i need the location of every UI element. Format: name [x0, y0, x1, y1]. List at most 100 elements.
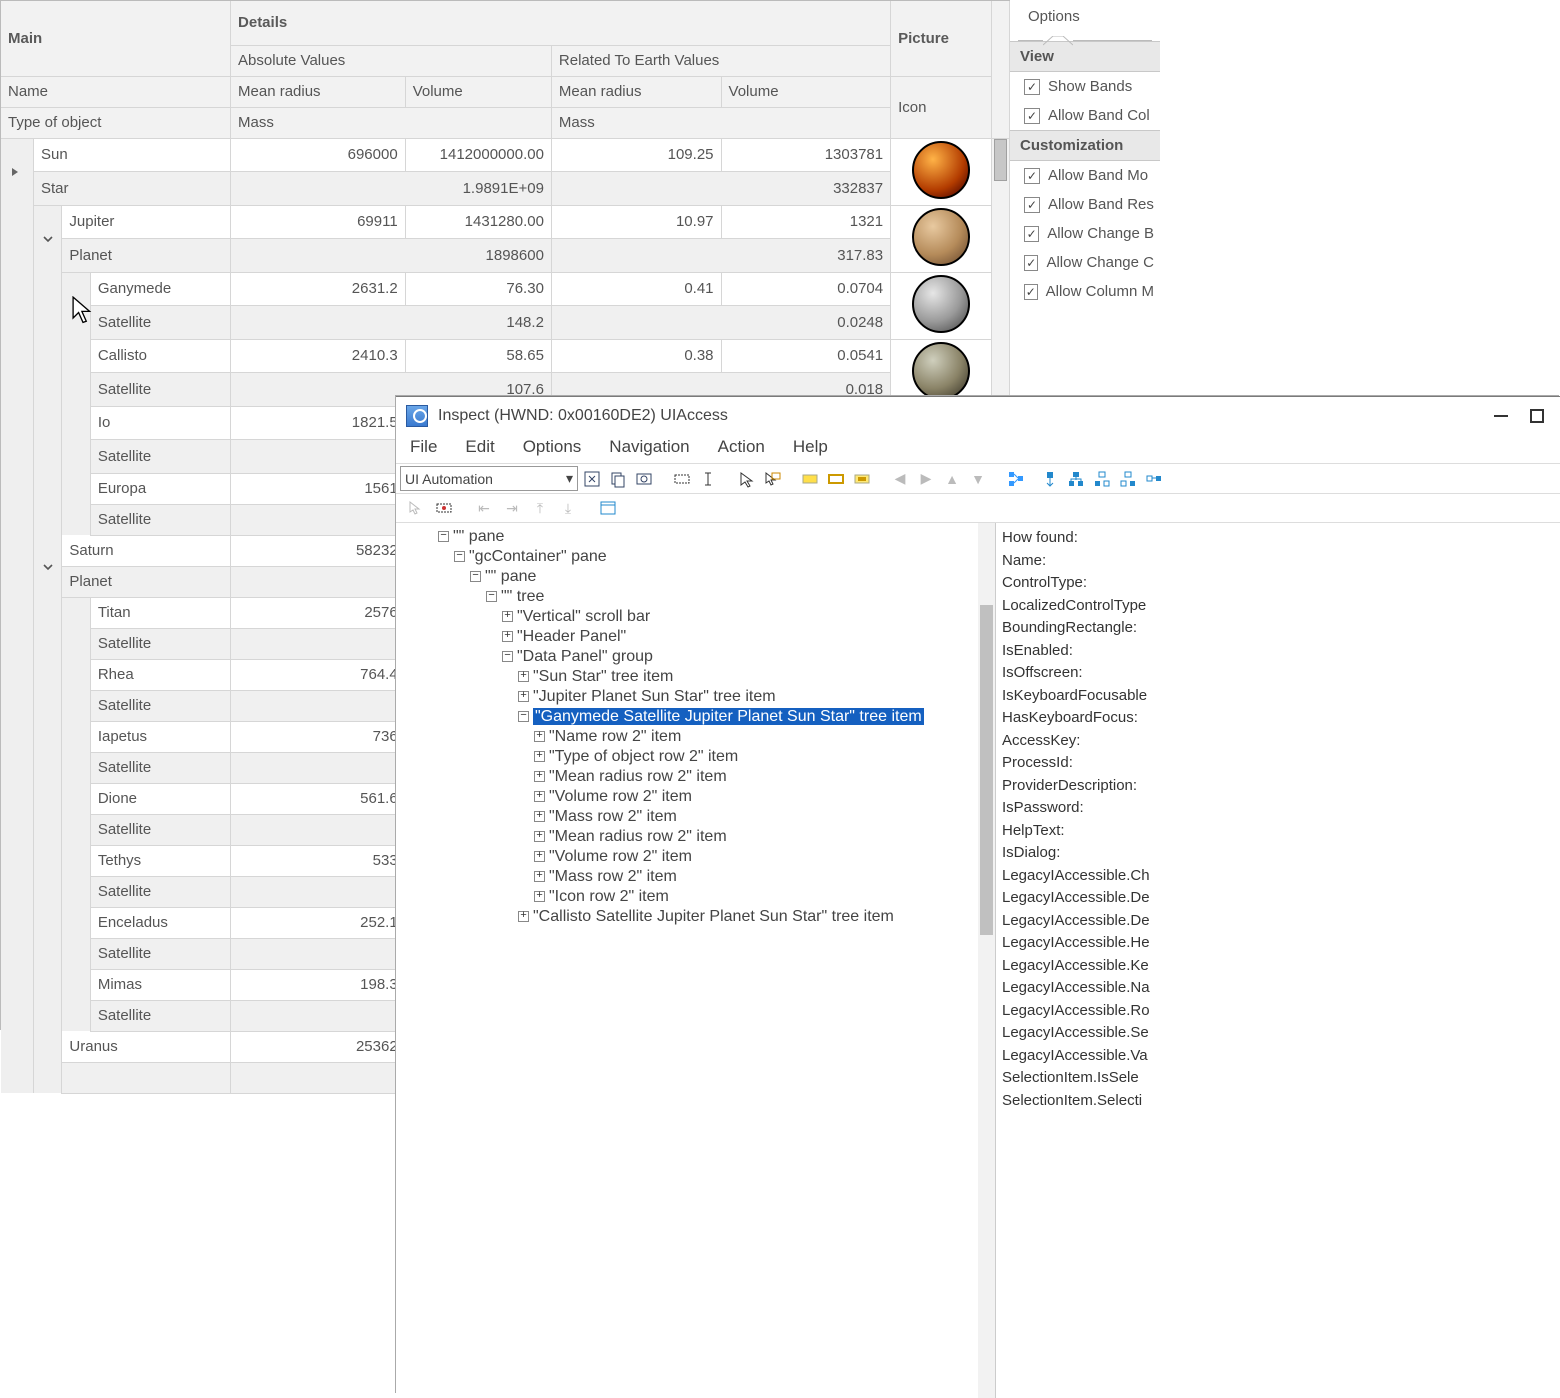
tree-expander-icon[interactable]: + [534, 851, 545, 862]
tree-item[interactable]: +"Mean radius row 2" item [398, 827, 993, 847]
tree-expander-icon[interactable]: − [438, 531, 449, 542]
option-checkbox-row[interactable]: ✓Allow Change B [1010, 219, 1160, 248]
cell-volume-rel[interactable]: 0.0704 [721, 272, 891, 306]
nav-down-button[interactable]: ▼ [966, 467, 990, 491]
checkbox-icon[interactable]: ✓ [1024, 197, 1040, 213]
cell-name[interactable]: Dione [90, 783, 230, 814]
option-checkbox-row[interactable]: ✓Allow Column M [1010, 277, 1160, 306]
cell-volume-rel[interactable]: 1321 [721, 205, 891, 239]
option-checkbox-row[interactable]: ✓Show Bands [1010, 72, 1160, 101]
cell-name[interactable]: Ganymede [90, 272, 230, 306]
checkbox-icon[interactable]: ✓ [1024, 284, 1038, 300]
cell-type[interactable]: Satellite [90, 373, 230, 407]
toolbar-btn-copy[interactable] [606, 467, 630, 491]
expand-icon[interactable] [41, 560, 55, 574]
cell-name[interactable]: Jupiter [62, 205, 231, 239]
tree-expander-icon[interactable]: − [470, 571, 481, 582]
tree-item[interactable]: +"Type of object row 2" item [398, 747, 993, 767]
nav-back-button[interactable]: ◀ [888, 467, 912, 491]
band-absolute[interactable]: Absolute Values [231, 45, 552, 76]
cell-radius-abs[interactable]: 198.3 [231, 969, 406, 1000]
table-row[interactable]: Sun6960001412000000.00109.251303781 [1, 138, 1010, 172]
tree-item[interactable]: +"Mass row 2" item [398, 807, 993, 827]
inspect-titlebar[interactable]: Inspect (HWND: 0x00160DE2) UIAccess [396, 397, 1560, 435]
cell-volume-rel[interactable]: 1303781 [721, 138, 891, 172]
cell-type[interactable]: Planet [62, 566, 231, 597]
window-minimize-button[interactable] [1488, 403, 1514, 429]
inspect-tree[interactable]: −"" pane−"gcContainer" pane−"" pane−"" t… [396, 523, 996, 1398]
cell-radius-abs[interactable]: 69911 [231, 205, 406, 239]
nav-first-child-button[interactable] [1090, 467, 1114, 491]
nav-forward-button[interactable]: ▶ [914, 467, 938, 491]
toolbar-btn-capture[interactable] [632, 467, 656, 491]
cell-type[interactable]: Satellite [90, 628, 230, 659]
cell-name[interactable]: Saturn [62, 535, 231, 566]
tree-expander-icon[interactable]: + [534, 831, 545, 842]
tree-item[interactable]: −"Data Panel" group [398, 647, 993, 667]
tree-expander-icon[interactable]: + [518, 671, 529, 682]
menu-navigation[interactable]: Navigation [609, 437, 689, 457]
band-details[interactable]: Details [231, 1, 891, 45]
tree-item[interactable]: +"Vertical" scroll bar [398, 607, 993, 627]
tree-item[interactable]: −"gcContainer" pane [398, 547, 993, 567]
toolbar-btn-tree[interactable] [1004, 467, 1028, 491]
cell-radius-rel[interactable]: 0.38 [551, 339, 721, 373]
toolbar-btn-rect[interactable] [670, 467, 694, 491]
tree-expander-icon[interactable]: + [502, 631, 513, 642]
expand-icon[interactable] [41, 232, 55, 246]
cell-volume-abs[interactable]: 1431280.00 [405, 205, 551, 239]
tree-expander-icon[interactable]: + [534, 751, 545, 762]
cell-name[interactable]: Uranus [62, 1031, 231, 1062]
col-mass-rel[interactable]: Mass [551, 107, 890, 138]
tree-expander-icon[interactable]: − [454, 551, 465, 562]
tree-item[interactable]: −"" tree [398, 587, 993, 607]
cell-type[interactable] [62, 1062, 231, 1093]
tree-item[interactable]: +"Callisto Satellite Jupiter Planet Sun … [398, 907, 993, 927]
cell-volume-abs[interactable]: 76.30 [405, 272, 551, 306]
cell-radius-abs[interactable]: 561.6 [231, 783, 406, 814]
checkbox-icon[interactable]: ✓ [1024, 108, 1040, 124]
band-picture[interactable]: Picture [891, 1, 992, 76]
cell-volume-abs[interactable]: 58.65 [405, 339, 551, 373]
toolbar2-btn-prev[interactable]: ⇤ [472, 496, 496, 520]
cell-name[interactable]: Europa [90, 473, 230, 504]
inspect-properties[interactable]: How found:Name:ControlType:LocalizedCont… [996, 523, 1560, 1398]
options-tab[interactable]: Options [1010, 0, 1160, 31]
cell-mass-abs[interactable]: 148.2 [231, 306, 552, 340]
cell-radius-rel[interactable]: 10.97 [551, 205, 721, 239]
cell-radius-abs[interactable]: 1821.5 [231, 406, 406, 440]
menu-file[interactable]: File [410, 437, 437, 457]
cell-name[interactable]: Io [90, 406, 230, 440]
cell-mass-rel[interactable]: 0.0248 [551, 306, 890, 340]
cell-name[interactable]: Callisto [90, 339, 230, 373]
nav-parent-button[interactable] [1038, 467, 1062, 491]
cell-name[interactable]: Enceladus [90, 907, 230, 938]
tree-item[interactable]: +"Mass row 2" item [398, 867, 993, 887]
toolbar-btn-highlight-border[interactable] [824, 467, 848, 491]
cell-radius-abs[interactable]: 252.1 [231, 907, 406, 938]
tree-expander-icon[interactable]: − [486, 591, 497, 602]
cell-type[interactable]: Satellite [90, 814, 230, 845]
cell-name[interactable]: Tethys [90, 845, 230, 876]
cell-radius-rel[interactable]: 109.25 [551, 138, 721, 172]
cell-radius-abs[interactable]: 25362 [231, 1031, 406, 1062]
cell-radius-rel[interactable]: 0.41 [551, 272, 721, 306]
tree-item[interactable]: +"Name row 2" item [398, 727, 993, 747]
inspect-tree-scroll-thumb[interactable] [980, 605, 993, 935]
tree-item[interactable]: +"Sun Star" tree item [398, 667, 993, 687]
cell-mass-rel[interactable]: 317.83 [551, 239, 890, 273]
checkbox-icon[interactable]: ✓ [1024, 226, 1039, 242]
col-volume-rel[interactable]: Volume [721, 76, 891, 107]
tree-item[interactable]: +"Icon row 2" item [398, 887, 993, 907]
cell-name[interactable]: Mimas [90, 969, 230, 1000]
table-row[interactable]: Jupiter699111431280.0010.971321 [1, 205, 1010, 239]
cell-radius-abs[interactable]: 696000 [231, 138, 406, 172]
menu-options[interactable]: Options [523, 437, 582, 457]
cell-radius-abs[interactable]: 2631.2 [231, 272, 406, 306]
toolbar-btn-caret[interactable] [696, 467, 720, 491]
tree-expander-icon[interactable]: − [518, 711, 529, 722]
col-type[interactable]: Type of object [1, 107, 231, 138]
option-checkbox-row[interactable]: ✓Allow Band Res [1010, 190, 1160, 219]
toolbar-btn-highlight-yellow[interactable] [798, 467, 822, 491]
menu-help[interactable]: Help [793, 437, 828, 457]
